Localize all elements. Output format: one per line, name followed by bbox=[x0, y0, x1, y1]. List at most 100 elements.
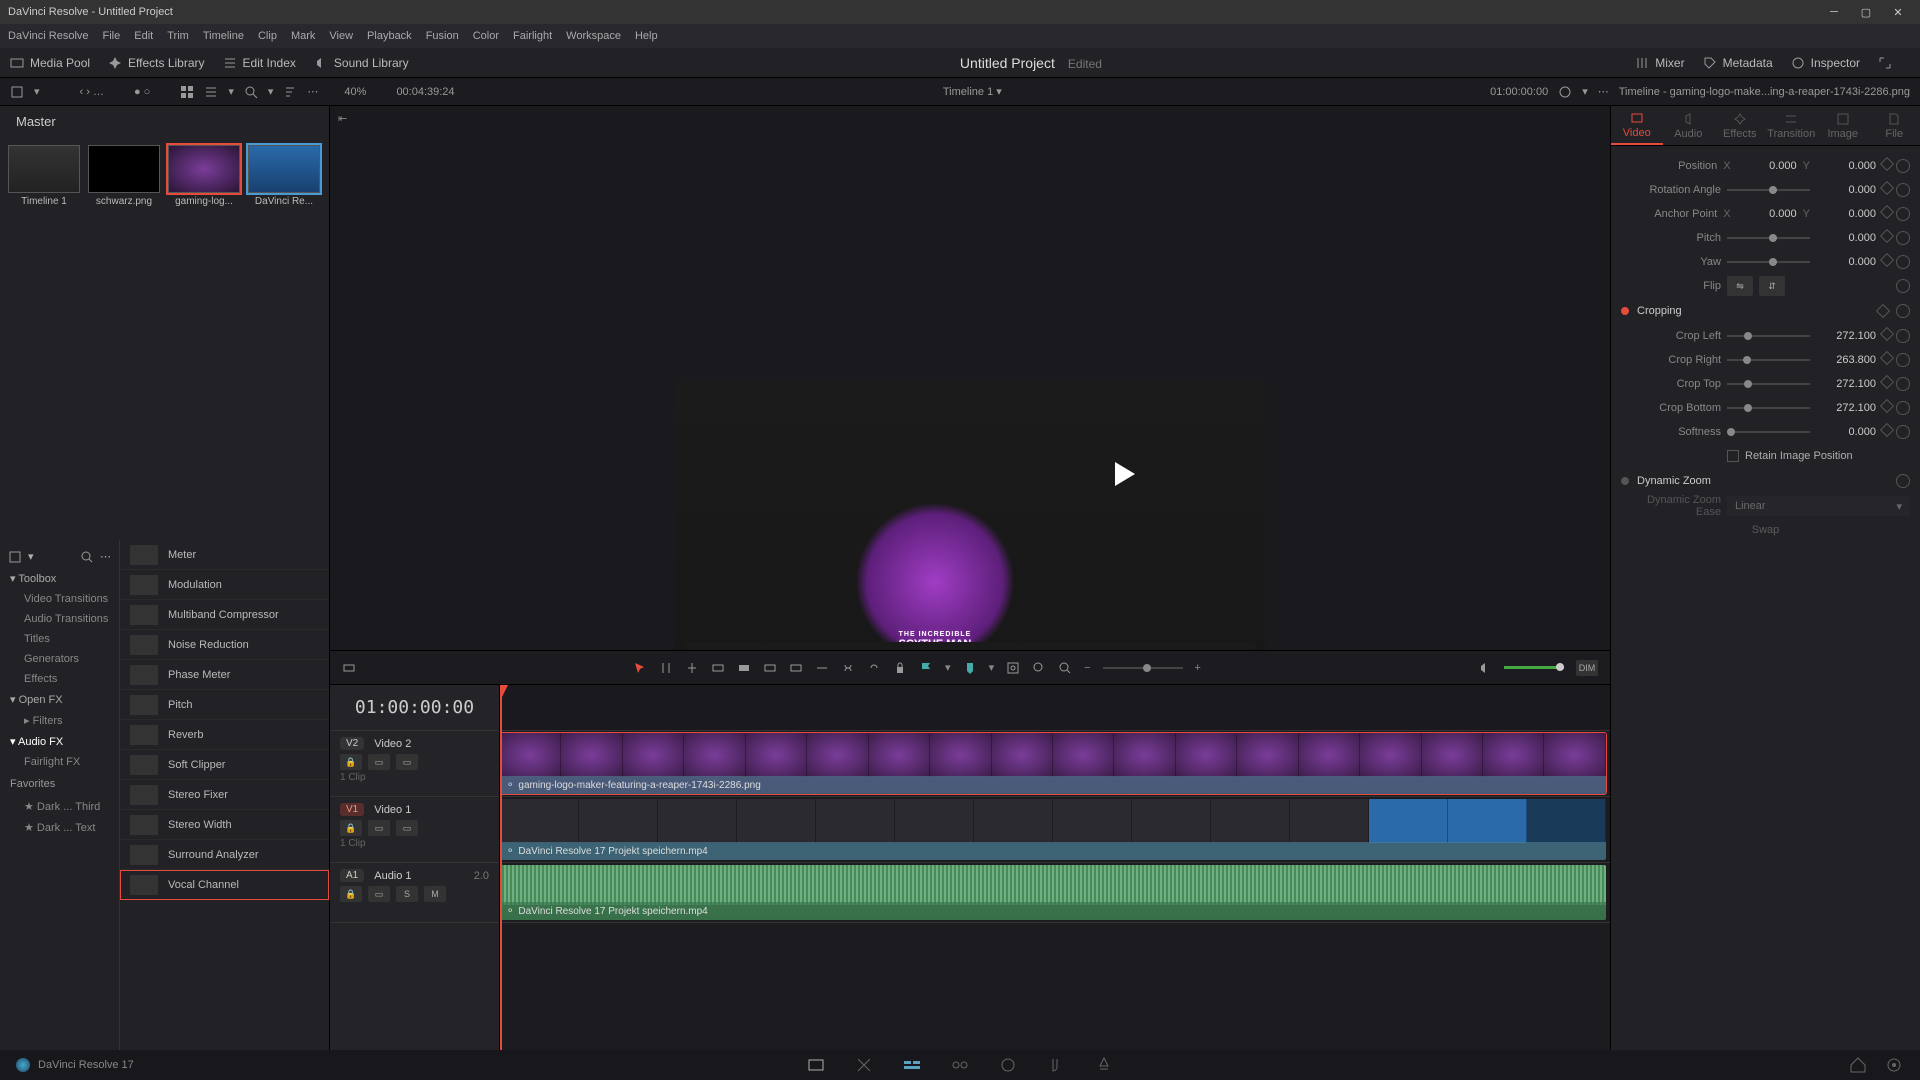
fx-multiband[interactable]: Multiband Compressor bbox=[120, 600, 329, 630]
chevron-down-icon[interactable]: ▾ bbox=[34, 85, 40, 98]
reset-icon[interactable] bbox=[1896, 183, 1910, 197]
inspector-tab-audio[interactable]: Audio bbox=[1663, 106, 1715, 145]
crop-bottom-value[interactable]: 272.100 bbox=[1816, 402, 1876, 414]
inspector-tab-transition[interactable]: Transition bbox=[1766, 106, 1818, 145]
keyframe-icon[interactable] bbox=[1876, 304, 1890, 318]
dim-button[interactable]: DIM bbox=[1576, 660, 1598, 676]
more-icon[interactable]: ⋯ bbox=[100, 550, 111, 564]
menu-view[interactable]: View bbox=[329, 30, 353, 42]
zoom-slider[interactable] bbox=[1103, 667, 1183, 669]
link-icon[interactable] bbox=[867, 661, 881, 675]
crop-bottom-slider[interactable] bbox=[1727, 407, 1810, 409]
keyframe-icon[interactable] bbox=[1880, 181, 1894, 195]
timeline-name[interactable]: Timeline 1 bbox=[943, 86, 993, 98]
menu-fusion[interactable]: Fusion bbox=[426, 30, 459, 42]
cropping-enabled-dot[interactable] bbox=[1621, 307, 1629, 315]
fx-pitch[interactable]: Pitch bbox=[120, 690, 329, 720]
search-icon[interactable] bbox=[80, 550, 94, 564]
page-color[interactable] bbox=[998, 1055, 1018, 1075]
mixer-toggle[interactable]: Mixer bbox=[1635, 56, 1684, 70]
menu-workspace[interactable]: Workspace bbox=[566, 30, 621, 42]
pitch-slider[interactable] bbox=[1727, 237, 1810, 239]
reset-icon[interactable] bbox=[1896, 159, 1910, 173]
media-item-davinci[interactable]: DaVinci Re... bbox=[248, 145, 320, 207]
replace-icon[interactable] bbox=[763, 661, 777, 675]
zoom-percent[interactable]: 40% bbox=[344, 86, 366, 98]
page-fusion[interactable] bbox=[950, 1055, 970, 1075]
grid-icon[interactable] bbox=[180, 85, 194, 99]
cropping-header[interactable]: Cropping bbox=[1637, 305, 1682, 317]
minimize-button[interactable]: ─ bbox=[1820, 2, 1848, 22]
fx-meter[interactable]: Meter bbox=[120, 540, 329, 570]
anchor-x-value[interactable]: 0.000 bbox=[1739, 208, 1797, 220]
fx-openfx[interactable]: ▾ Open FX bbox=[0, 689, 119, 710]
fx-effects[interactable]: Effects bbox=[0, 669, 119, 689]
menu-help[interactable]: Help bbox=[635, 30, 658, 42]
crop-right-value[interactable]: 263.800 bbox=[1816, 354, 1876, 366]
menu-fairlight[interactable]: Fairlight bbox=[513, 30, 552, 42]
timeline-timecode[interactable]: 01:00:00:00 bbox=[330, 685, 499, 731]
solo-button[interactable]: S bbox=[396, 886, 418, 902]
fx-noise-reduction[interactable]: Noise Reduction bbox=[120, 630, 329, 660]
playhead[interactable] bbox=[500, 685, 502, 1050]
trim-tool-icon[interactable] bbox=[659, 661, 673, 675]
keyframe-icon[interactable] bbox=[1880, 399, 1894, 413]
keyframe-icon[interactable] bbox=[1880, 327, 1894, 341]
menu-davinciresolve[interactable]: DaVinci Resolve bbox=[8, 30, 89, 42]
softness-slider[interactable] bbox=[1727, 431, 1810, 433]
media-item-timeline1[interactable]: Timeline 1 bbox=[8, 145, 80, 207]
crop-left-value[interactable]: 272.100 bbox=[1816, 330, 1876, 342]
fx-stereo-fixer[interactable]: Stereo Fixer bbox=[120, 780, 329, 810]
home-icon[interactable] bbox=[1848, 1055, 1868, 1075]
page-cut[interactable] bbox=[854, 1055, 874, 1075]
first-frame-icon[interactable]: ⇤ bbox=[338, 112, 347, 125]
position-x-value[interactable]: 0.000 bbox=[1739, 160, 1797, 172]
search-icon[interactable] bbox=[244, 85, 258, 99]
menu-edit[interactable]: Edit bbox=[134, 30, 153, 42]
menu-mark[interactable]: Mark bbox=[291, 30, 315, 42]
more-icon[interactable]: ⋯ bbox=[307, 85, 318, 98]
mute-button[interactable]: M bbox=[424, 886, 446, 902]
keyframe-icon[interactable] bbox=[1880, 423, 1894, 437]
inspector-tab-file[interactable]: File bbox=[1869, 106, 1920, 145]
menu-clip[interactable]: Clip bbox=[258, 30, 277, 42]
dynzoom-header[interactable]: Dynamic Zoom bbox=[1637, 475, 1711, 487]
zoom-out-button[interactable]: − bbox=[1084, 662, 1090, 674]
dynzoom-ease-select[interactable]: Linear▾ bbox=[1727, 496, 1910, 516]
crop-right-slider[interactable] bbox=[1727, 359, 1810, 361]
rotation-slider[interactable] bbox=[1727, 189, 1810, 191]
menu-trim[interactable]: Trim bbox=[167, 30, 189, 42]
reset-icon[interactable] bbox=[1896, 353, 1910, 367]
menu-playback[interactable]: Playback bbox=[367, 30, 412, 42]
fx-reverb[interactable]: Reverb bbox=[120, 720, 329, 750]
track-lock-icon[interactable]: 🔒 bbox=[340, 820, 362, 836]
clip-v2[interactable]: ⚬gaming-logo-maker-featuring-a-reaper-17… bbox=[500, 733, 1606, 794]
list-view-icon[interactable] bbox=[204, 85, 218, 99]
reset-icon[interactable] bbox=[1896, 304, 1910, 318]
crop-top-value[interactable]: 272.100 bbox=[1816, 378, 1876, 390]
crop-top-slider[interactable] bbox=[1727, 383, 1810, 385]
reset-icon[interactable] bbox=[1896, 207, 1910, 221]
retain-checkbox[interactable] bbox=[1727, 450, 1739, 462]
inspector-toggle[interactable]: Inspector bbox=[1791, 56, 1860, 70]
expand-button[interactable] bbox=[1878, 56, 1892, 70]
page-deliver[interactable] bbox=[1094, 1055, 1114, 1075]
favorite-1[interactable]: ★ Dark ... Third bbox=[0, 796, 119, 817]
reset-icon[interactable] bbox=[1896, 231, 1910, 245]
more-icon-2[interactable]: ⋯ bbox=[1598, 85, 1609, 98]
bin-master[interactable]: Master bbox=[0, 106, 329, 137]
menu-timeline[interactable]: Timeline bbox=[203, 30, 244, 42]
softness-value[interactable]: 0.000 bbox=[1816, 426, 1876, 438]
menu-color[interactable]: Color bbox=[473, 30, 499, 42]
keyframe-icon[interactable] bbox=[1880, 351, 1894, 365]
fx-toolbox[interactable]: ▾ Toolbox bbox=[0, 568, 119, 589]
media-item-schwarz[interactable]: schwarz.png bbox=[88, 145, 160, 207]
page-fairlight[interactable] bbox=[1046, 1055, 1066, 1075]
reset-icon[interactable] bbox=[1896, 425, 1910, 439]
media-pool-toggle[interactable]: Media Pool bbox=[10, 56, 90, 70]
keyframe-icon[interactable] bbox=[1880, 253, 1894, 267]
fx-generators[interactable]: Generators bbox=[0, 649, 119, 669]
track-v2-tag[interactable]: V2 bbox=[340, 737, 364, 750]
sort-icon[interactable] bbox=[283, 85, 297, 99]
flag-icon[interactable] bbox=[919, 661, 933, 675]
